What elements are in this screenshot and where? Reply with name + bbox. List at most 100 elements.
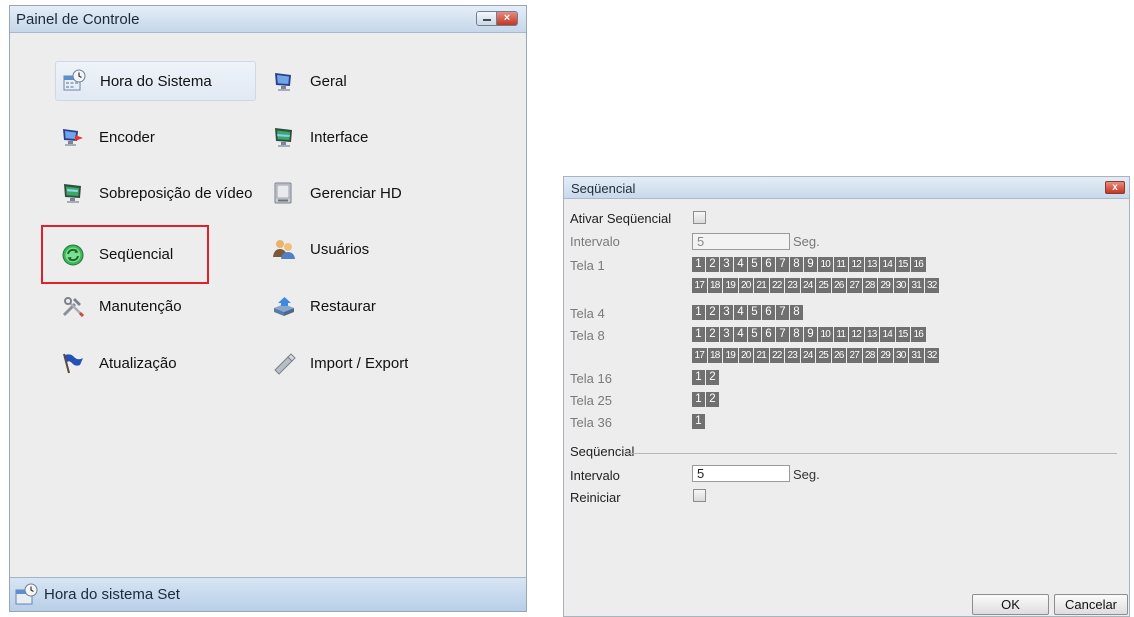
channel-button[interactable]: 2 xyxy=(706,392,720,407)
channel-button[interactable]: 18 xyxy=(707,348,723,363)
channel-button[interactable]: 30 xyxy=(893,278,909,293)
channel-button[interactable]: 27 xyxy=(847,348,863,363)
channel-button[interactable]: 27 xyxy=(847,278,863,293)
channel-button[interactable]: 28 xyxy=(862,278,878,293)
channel-button[interactable]: 3 xyxy=(720,257,734,272)
channel-button[interactable]: 2 xyxy=(706,370,720,385)
channel-button[interactable]: 23 xyxy=(785,278,801,293)
channel-button[interactable]: 7 xyxy=(776,305,790,320)
channel-button[interactable]: 22 xyxy=(769,348,785,363)
channel-button[interactable]: 10 xyxy=(818,327,834,342)
channel-button[interactable]: 3 xyxy=(720,305,734,320)
channel-button[interactable]: 1 xyxy=(692,305,706,320)
channel-button[interactable]: 11 xyxy=(833,257,849,272)
item-hora-do-sistema[interactable]: Hora do Sistema xyxy=(55,61,256,101)
channel-button[interactable]: 2 xyxy=(706,327,720,342)
enable-sequential-checkbox[interactable] xyxy=(693,211,706,224)
channel-button[interactable]: 1 xyxy=(692,327,706,342)
channel-button[interactable]: 5 xyxy=(748,305,762,320)
channel-button[interactable]: 4 xyxy=(734,257,748,272)
channel-button[interactable]: 1 xyxy=(692,414,706,429)
section-interval-input[interactable]: 5 xyxy=(692,465,790,482)
channel-button[interactable]: 9 xyxy=(804,257,818,272)
channel-button[interactable]: 20 xyxy=(738,348,754,363)
channel-button[interactable]: 17 xyxy=(692,348,708,363)
channel-button[interactable]: 29 xyxy=(878,278,894,293)
channel-button[interactable]: 10 xyxy=(818,257,834,272)
item-interface[interactable]: Interface xyxy=(272,117,472,157)
channel-button[interactable]: 25 xyxy=(816,278,832,293)
minimize-button[interactable] xyxy=(477,12,497,25)
channel-button[interactable]: 12 xyxy=(849,257,865,272)
channel-button[interactable]: 26 xyxy=(831,348,847,363)
channel-button[interactable]: 20 xyxy=(738,278,754,293)
item-encoder[interactable]: Encoder xyxy=(55,117,256,157)
item-manutencao[interactable]: Manutenção xyxy=(55,286,256,326)
channel-button[interactable]: 7 xyxy=(776,257,790,272)
item-sobreposicao-de-video[interactable]: Sobreposição de vídeo xyxy=(55,173,268,213)
channel-button[interactable]: 29 xyxy=(878,348,894,363)
control-panel-titlebar[interactable]: Painel de Controle × xyxy=(10,6,526,33)
item-atualizacao[interactable]: Atualização xyxy=(55,343,256,383)
channel-button[interactable]: 32 xyxy=(924,278,940,293)
channel-button[interactable]: 4 xyxy=(734,327,748,342)
channel-button[interactable]: 3 xyxy=(720,327,734,342)
item-usuarios[interactable]: Usuários xyxy=(272,229,472,269)
channel-button[interactable]: 31 xyxy=(909,278,925,293)
channel-button[interactable]: 26 xyxy=(831,278,847,293)
channel-button[interactable]: 14 xyxy=(880,327,896,342)
channel-button[interactable]: 12 xyxy=(849,327,865,342)
channel-button[interactable]: 15 xyxy=(895,257,911,272)
channel-button[interactable]: 9 xyxy=(804,327,818,342)
channel-button[interactable]: 17 xyxy=(692,278,708,293)
channel-button[interactable]: 22 xyxy=(769,278,785,293)
channel-button[interactable]: 2 xyxy=(706,305,720,320)
channel-button[interactable]: 21 xyxy=(754,348,770,363)
channel-button[interactable]: 23 xyxy=(785,348,801,363)
channel-button[interactable]: 4 xyxy=(734,305,748,320)
channel-button[interactable]: 13 xyxy=(864,327,880,342)
close-button[interactable]: × xyxy=(497,12,517,25)
channel-button[interactable]: 8 xyxy=(790,305,804,320)
channel-button[interactable]: 1 xyxy=(692,257,706,272)
channel-button[interactable]: 2 xyxy=(706,257,720,272)
interval-input[interactable]: 5 xyxy=(692,233,790,250)
item-geral[interactable]: Geral xyxy=(272,61,472,101)
channel-button[interactable]: 13 xyxy=(864,257,880,272)
channel-button[interactable]: 5 xyxy=(748,327,762,342)
channel-button[interactable]: 28 xyxy=(862,348,878,363)
item-gerenciar-hd[interactable]: Gerenciar HD xyxy=(272,173,472,213)
channel-button[interactable]: 16 xyxy=(911,257,927,272)
channel-button[interactable]: 1 xyxy=(692,392,706,407)
channel-button[interactable]: 8 xyxy=(790,257,804,272)
channel-button[interactable]: 7 xyxy=(776,327,790,342)
channel-button[interactable]: 24 xyxy=(800,348,816,363)
channel-button[interactable]: 25 xyxy=(816,348,832,363)
channel-button[interactable]: 30 xyxy=(893,348,909,363)
channel-button[interactable]: 11 xyxy=(833,327,849,342)
channel-button[interactable]: 31 xyxy=(909,348,925,363)
dialog-titlebar[interactable]: Seqüencial x xyxy=(564,177,1129,199)
cancel-button[interactable]: Cancelar xyxy=(1054,594,1128,615)
dialog-close-button[interactable]: x xyxy=(1105,181,1125,194)
channel-button[interactable]: 15 xyxy=(895,327,911,342)
item-import-export[interactable]: Import / Export xyxy=(272,343,472,383)
ok-button[interactable]: OK xyxy=(972,594,1049,615)
channel-button[interactable]: 19 xyxy=(723,278,739,293)
channel-button[interactable]: 24 xyxy=(800,278,816,293)
channel-button[interactable]: 6 xyxy=(762,327,776,342)
channel-button[interactable]: 16 xyxy=(911,327,927,342)
restart-checkbox[interactable] xyxy=(693,489,706,502)
channel-button[interactable]: 21 xyxy=(754,278,770,293)
channel-button[interactable]: 32 xyxy=(924,348,940,363)
channel-button[interactable]: 1 xyxy=(692,370,706,385)
item-restaurar[interactable]: Restaurar xyxy=(272,286,472,326)
item-sequencial[interactable]: Seqüencial xyxy=(41,225,209,284)
channel-button[interactable]: 18 xyxy=(707,278,723,293)
channel-button[interactable]: 5 xyxy=(748,257,762,272)
channel-button[interactable]: 6 xyxy=(762,257,776,272)
channel-button[interactable]: 19 xyxy=(723,348,739,363)
channel-button[interactable]: 14 xyxy=(880,257,896,272)
channel-button[interactable]: 6 xyxy=(762,305,776,320)
channel-button[interactable]: 8 xyxy=(790,327,804,342)
